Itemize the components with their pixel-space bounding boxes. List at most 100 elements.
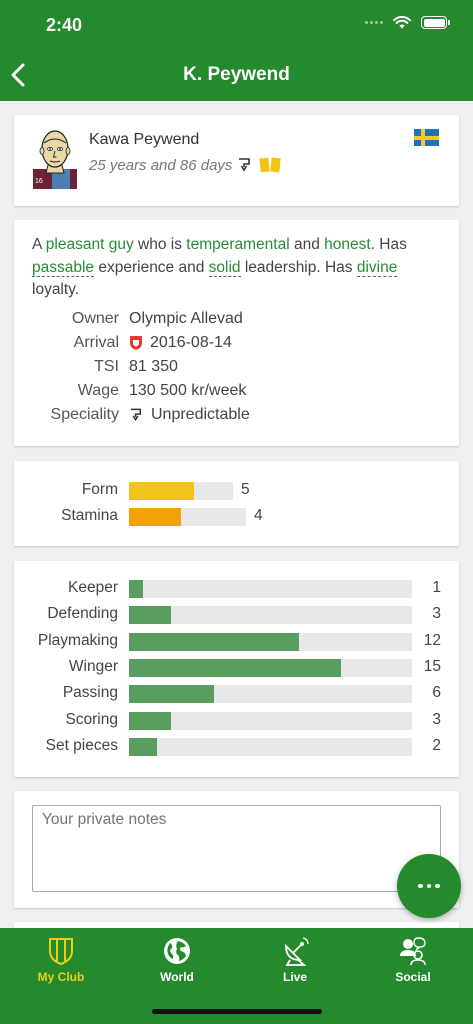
skill-row-scoring: Scoring 3: [14, 711, 459, 731]
owner-value[interactable]: Olympic Allevad: [129, 310, 243, 328]
skill-value: 1: [432, 579, 441, 596]
player-age: 25 years and 86 days: [89, 156, 233, 174]
player-avatar: 16: [33, 130, 77, 189]
info-row-tsi: TSI 81 350: [14, 358, 459, 382]
skill-row-passing: Passing 6: [14, 684, 459, 704]
skill-row-winger: Winger 15: [14, 658, 459, 678]
arrival-value: 2016-08-14: [150, 334, 232, 351]
status-time: 2:40: [46, 15, 83, 35]
tab-label: My Club: [37, 970, 85, 984]
skill-label: Scoring: [65, 710, 118, 728]
status-icons: [365, 16, 450, 29]
club-badge-icon: [130, 336, 142, 350]
skill-row-set-pieces: Set pieces 2: [14, 737, 459, 757]
player-age-row: 25 years and 86 days: [89, 156, 284, 174]
skill-label: Winger: [68, 657, 118, 675]
info-row-wage: Wage 130 500 kr/week: [14, 382, 459, 406]
skill-bar-fill: [129, 658, 341, 677]
info-row-speciality: Speciality Unpredictable: [14, 406, 459, 430]
player-info-card: A pleasant guy who is temperamental and …: [14, 220, 459, 446]
condition-card: Form 5 Stamina 4: [14, 461, 459, 546]
trait-leadership[interactable]: solid: [208, 258, 241, 277]
shield-icon: [49, 938, 73, 966]
speciality-label: Speciality: [50, 406, 119, 423]
skill-value: 3: [432, 605, 441, 623]
skill-bar: [129, 580, 412, 598]
trait-aggressiveness[interactable]: temperamental: [186, 236, 289, 253]
skill-value: 12: [423, 631, 441, 649]
skill-bar-fill: [129, 580, 143, 598]
tab-social[interactable]: Social: [354, 928, 472, 998]
tab-my-club[interactable]: My Club: [2, 928, 120, 998]
player-name: Kawa Peywend: [89, 131, 200, 148]
tab-label: World: [160, 970, 194, 984]
skill-value: 2: [432, 736, 441, 754]
skill-label: Keeper: [68, 579, 118, 596]
trait-loyalty[interactable]: divine: [356, 258, 398, 277]
tsi-label: TSI: [94, 358, 119, 375]
skill-label: Defending: [47, 605, 118, 623]
speciality-value: Unpredictable: [151, 406, 250, 423]
condition-label: Stamina: [61, 507, 118, 524]
condition-value: 4: [254, 507, 263, 524]
trait-honesty[interactable]: honest: [324, 236, 371, 253]
wage-value: 130 500 kr/week: [129, 382, 247, 399]
private-notes-input[interactable]: [32, 805, 441, 892]
arrival-label: Arrival: [73, 334, 119, 351]
more-actions-button[interactable]: [397, 854, 461, 918]
skill-row-keeper: Keeper 1: [14, 579, 459, 599]
trait-experience[interactable]: passable: [32, 258, 95, 277]
tab-world[interactable]: World: [118, 928, 236, 998]
svg-text:16: 16: [35, 178, 43, 185]
info-row-arrival: Arrival 2016-08-14: [14, 334, 459, 358]
unpredictable-icon: [239, 158, 251, 172]
globe-icon: [164, 938, 190, 964]
notes-card: [14, 791, 459, 908]
condition-row-stamina: Stamina 4: [14, 507, 459, 527]
tab-live[interactable]: Live: [236, 928, 354, 998]
tab-label: Social: [395, 970, 431, 984]
player-description: A pleasant guy who is temperamental and …: [32, 236, 407, 298]
home-indicator: [152, 1009, 322, 1014]
skill-bar-fill: [129, 737, 157, 756]
condition-value: 5: [241, 481, 250, 498]
skill-label: Playmaking: [37, 631, 118, 649]
owner-label: Owner: [71, 310, 119, 327]
page-title: K. Peywend: [183, 64, 290, 85]
sweden-flag-icon: [414, 129, 439, 146]
player-header-card: 16 Kawa Peywend 25 years and 86 days: [14, 115, 459, 206]
wage-label: Wage: [77, 382, 119, 399]
skill-bar-fill: [129, 606, 171, 625]
condition-bar-fill: [129, 482, 194, 500]
skill-bar-fill: [129, 632, 299, 651]
skill-value: 6: [432, 684, 441, 702]
skill-row-defending: Defending 3: [14, 605, 459, 625]
people-icon: [400, 937, 426, 966]
more-dots-icon: [418, 883, 423, 889]
skill-bar: [129, 685, 412, 704]
tab-label: Live: [282, 970, 307, 984]
skill-value: 3: [432, 710, 441, 728]
wifi-icon: [393, 16, 411, 29]
tsi-value: 81 350: [129, 358, 178, 375]
skills-card: Keeper 1 Defending 3 Playmaking 12 Winger 15 Pas…: [14, 561, 459, 777]
condition-bar: [129, 508, 246, 526]
condition-row-form: Form 5: [14, 481, 459, 501]
condition-bar: [129, 482, 233, 500]
top-bar: 2:40 K. Peywend: [0, 0, 473, 101]
skill-row-playmaking: Playmaking 12: [14, 632, 459, 652]
skill-bar: [129, 737, 412, 756]
satellite-dish-icon: [285, 937, 309, 966]
skill-value: 15: [423, 657, 441, 675]
condition-label: Form: [81, 481, 118, 498]
skill-label: Set pieces: [45, 736, 118, 754]
skill-bar-fill: [129, 711, 171, 730]
battery-icon: [421, 16, 450, 29]
condition-bar-fill: [129, 508, 181, 526]
trait-agreeability[interactable]: pleasant guy: [46, 236, 134, 253]
cellular-signal-icon: [365, 21, 383, 24]
skill-bar: [129, 658, 412, 677]
skill-bar: [129, 606, 412, 625]
skill-bar-fill: [129, 685, 214, 704]
yellow-cards-icon: [259, 157, 282, 173]
